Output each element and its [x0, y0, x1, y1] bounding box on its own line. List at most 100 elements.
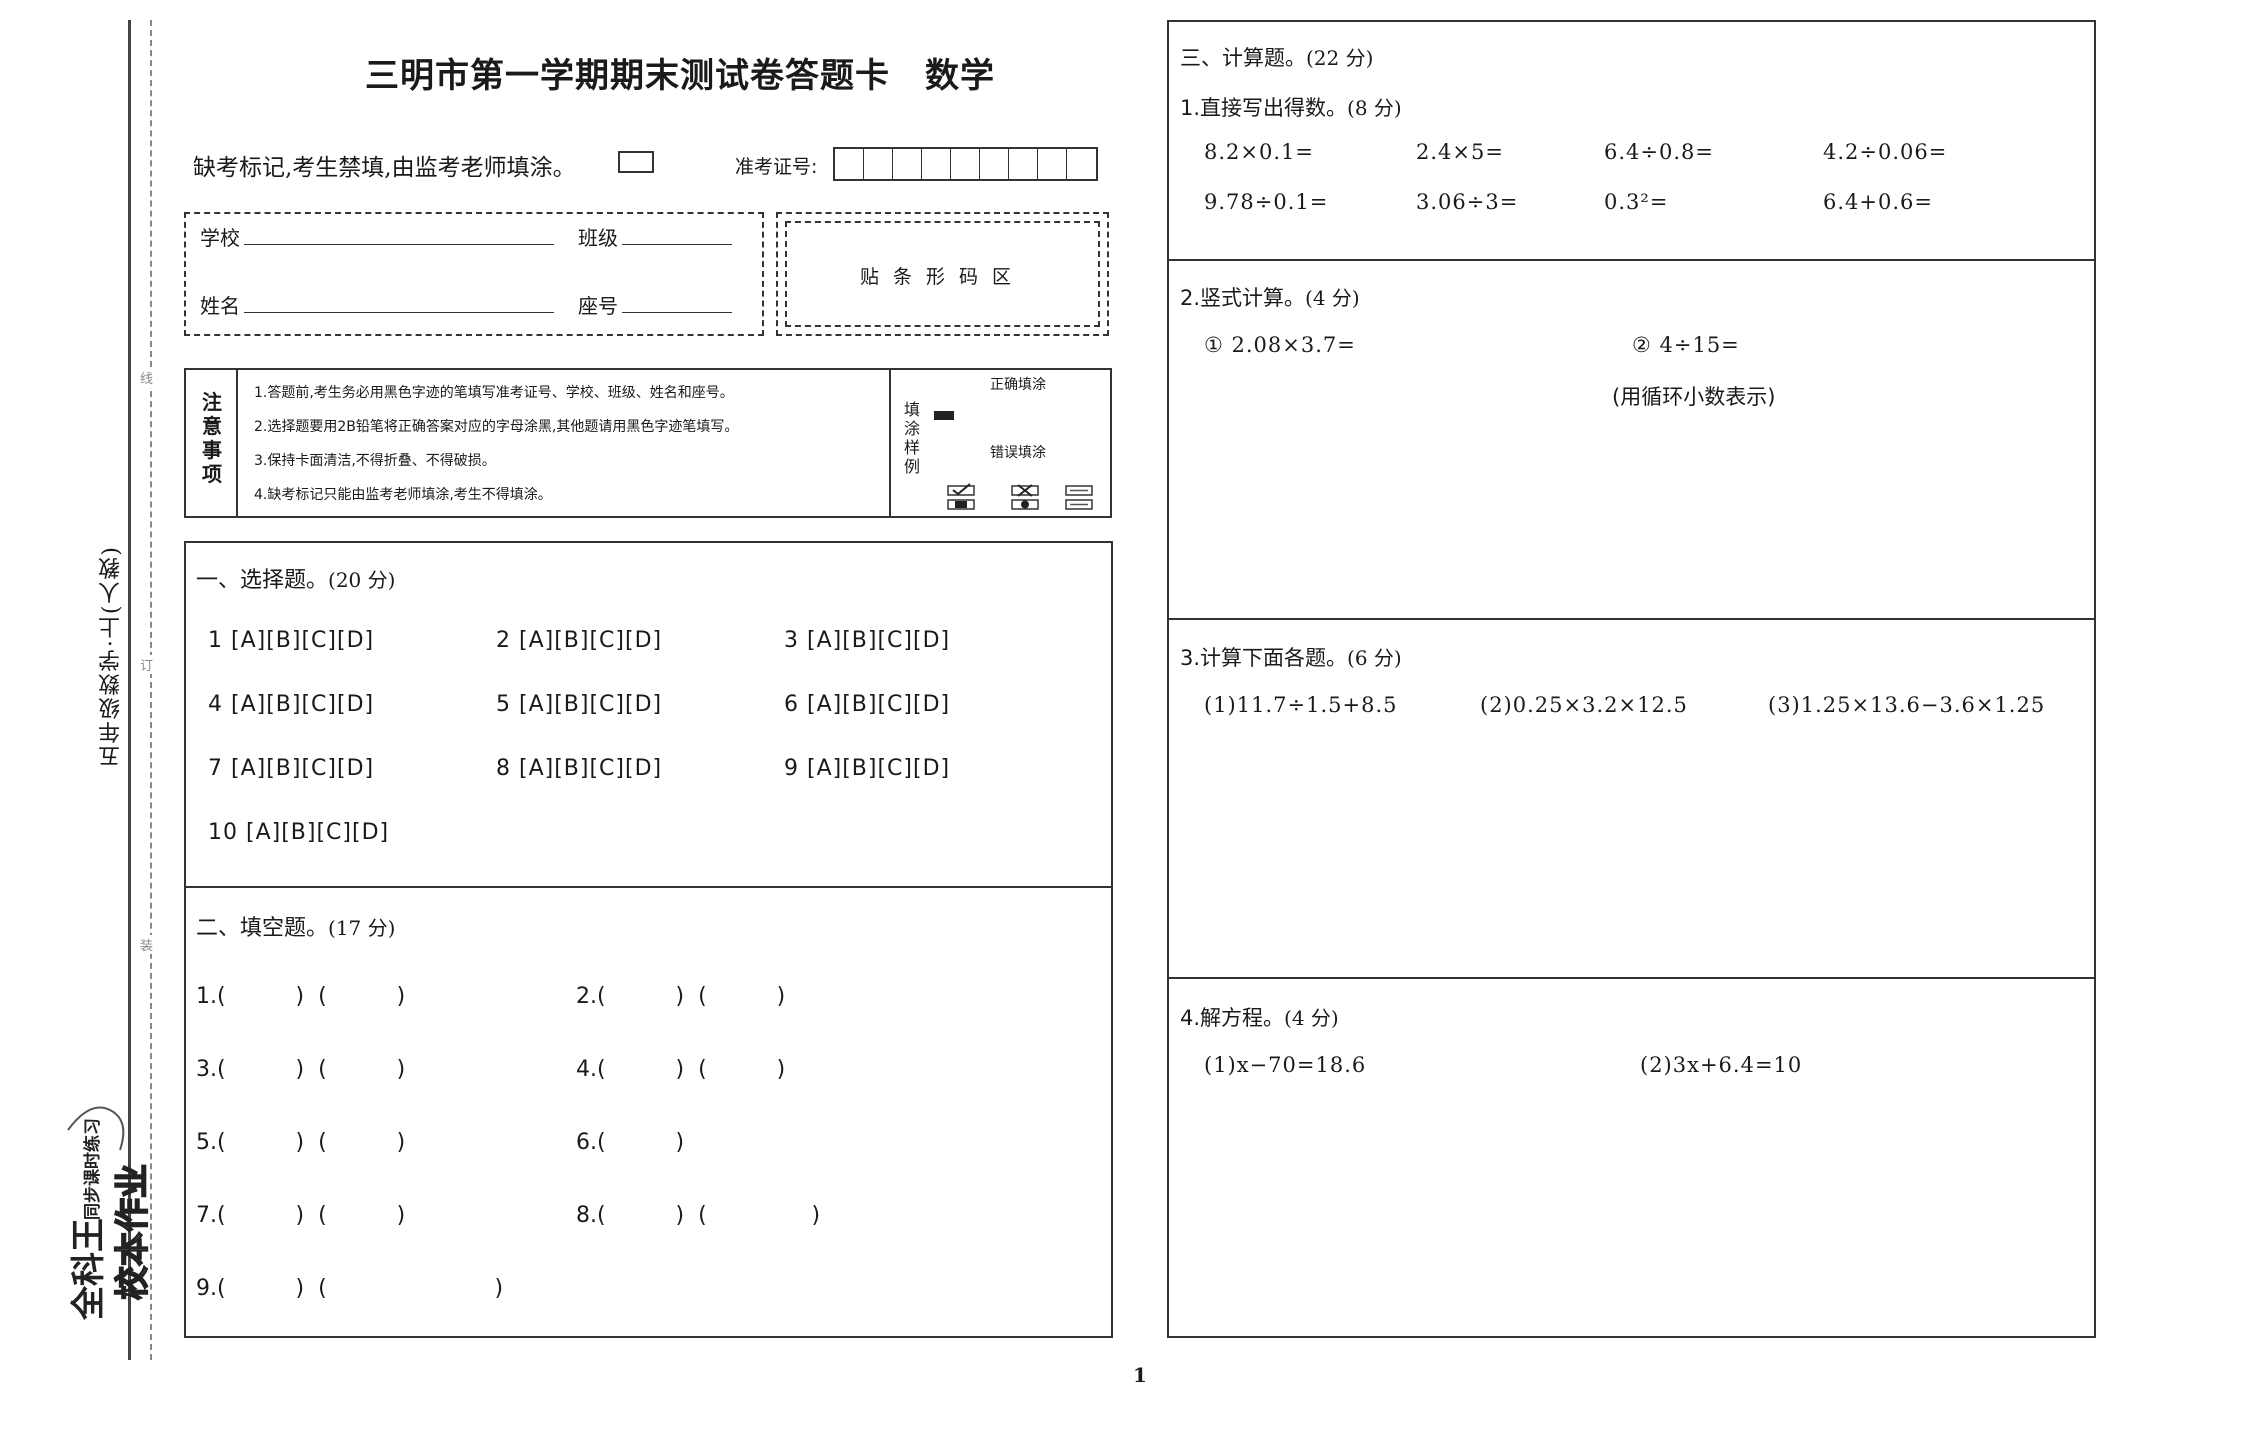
q4-score: (4 分) — [1284, 1006, 1339, 1030]
barcode-label: 贴条形码区 — [859, 266, 1025, 288]
q1-title: 1.直接写出得数。(8 分) — [1180, 92, 1402, 122]
calc-item[interactable]: 2.4×5= — [1416, 140, 1504, 164]
q4-title: 4.解方程。(4 分) — [1180, 1002, 1339, 1032]
note-item: 2.选择题要用2B铅笔将正确答案对应的字母涂黑,其他题请用黑色字迹笔填写。 — [254, 419, 739, 435]
repeating-decimal-note: (用循环小数表示) — [1612, 385, 1776, 409]
section1-title: 一、选择题。(20 分) — [196, 562, 395, 594]
section3-title: 三、计算题。(22 分) — [1180, 42, 1373, 72]
exam-id-cell[interactable] — [893, 149, 922, 179]
exam-id-cell[interactable] — [1067, 149, 1096, 179]
q4-title-text: 4.解方程。 — [1180, 1006, 1285, 1030]
q1-divider — [1167, 259, 2096, 261]
mc-question-2[interactable]: 2 [A][B][C][D] — [496, 628, 662, 653]
q2-title-text: 2.竖式计算。 — [1180, 286, 1306, 310]
page-number: 1 — [1133, 1363, 1147, 1387]
exam-id-cell[interactable] — [1038, 149, 1067, 179]
page-title: 三明市第一学期期末测试卷答题卡 数学 — [365, 56, 995, 96]
section1-score: (20 分) — [328, 568, 396, 592]
section2-score: (17 分) — [328, 916, 396, 940]
svg-text:同步课时练习: 同步课时练习 — [82, 1118, 103, 1220]
blank-question-8[interactable]: 8.( ) ( ) — [576, 1203, 820, 1228]
q2-score: (4 分) — [1305, 286, 1360, 310]
q3-title-text: 3.计算下面各题。 — [1180, 646, 1348, 670]
equation-item-2[interactable]: (2)3x+6.4=10 — [1640, 1053, 1802, 1077]
calc-item[interactable]: 4.2÷0.06= — [1823, 140, 1947, 164]
mc-question-9[interactable]: 9 [A][B][C][D] — [784, 756, 950, 781]
wrong-fill-label: 错误填涂 — [990, 445, 1046, 461]
q3-title: 3.计算下面各题。(6 分) — [1180, 642, 1402, 672]
blank-question-6[interactable]: 6.( ) — [576, 1130, 684, 1155]
absent-note: 缺考标记,考生禁填,由监考老师填涂。 — [193, 155, 576, 181]
class-label: 班级 — [578, 226, 618, 250]
exam-id-cell[interactable] — [980, 149, 1009, 179]
calc-item[interactable]: 3.06÷3= — [1416, 190, 1518, 214]
notes-divider — [236, 368, 238, 518]
q3-divider — [1167, 977, 2096, 979]
svg-text:全科王: 全科王 — [69, 1218, 109, 1321]
calc-item[interactable]: 6.4÷0.8= — [1604, 140, 1714, 164]
blank-question-3[interactable]: 3.( ) ( ) — [196, 1057, 405, 1082]
blank-question-7[interactable]: 7.( ) ( ) — [196, 1203, 405, 1228]
blank-question-2[interactable]: 2.( ) ( ) — [576, 984, 785, 1009]
blank-question-5[interactable]: 5.( ) ( ) — [196, 1130, 405, 1155]
mc-question-10[interactable]: 10 [A][B][C][D] — [208, 820, 389, 845]
vertical-calc-1[interactable]: ① 2.08×3.7= — [1204, 333, 1356, 357]
cut-mark-staple: 装 — [140, 935, 154, 954]
check-mark-icon — [946, 482, 976, 512]
compute-item-2[interactable]: (2)0.25×3.2×12.5 — [1480, 693, 1688, 717]
half-fill-icon — [1064, 482, 1094, 512]
absent-mark-box[interactable] — [618, 151, 654, 173]
note-item: 3.保持卡面清洁,不得折叠、不得破损。 — [254, 453, 496, 469]
blank-question-1[interactable]: 1.( ) ( ) — [196, 984, 405, 1009]
q3-score: (6 分) — [1347, 646, 1402, 670]
mc-question-7[interactable]: 7 [A][B][C][D] — [208, 756, 374, 781]
sample-title: 填涂样例 — [903, 400, 920, 476]
correct-fill-mark — [934, 411, 954, 420]
calc-item[interactable]: 9.78÷0.1= — [1204, 190, 1328, 214]
seat-label: 座号 — [578, 294, 618, 318]
exam-id-grid[interactable] — [833, 147, 1098, 181]
calc-item[interactable]: 6.4+0.6= — [1823, 190, 1933, 214]
notes-title: 注意事项 — [202, 390, 222, 486]
mc-question-3[interactable]: 3 [A][B][C][D] — [784, 628, 950, 653]
spine-subject: 五年级数学·上(人教) — [99, 545, 124, 768]
exam-id-cell[interactable] — [951, 149, 980, 179]
mc-question-8[interactable]: 8 [A][B][C][D] — [496, 756, 662, 781]
mc-question-6[interactable]: 6 [A][B][C][D] — [784, 692, 950, 717]
section3-box — [1167, 20, 2096, 1338]
school-field[interactable] — [244, 244, 554, 245]
exam-id-cell[interactable] — [835, 149, 864, 179]
brand-logo: 全科王 同步课时练习 校本作业 — [60, 1090, 160, 1330]
mc-question-4[interactable]: 4 [A][B][C][D] — [208, 692, 374, 717]
seat-field[interactable] — [622, 312, 732, 313]
blank-question-4[interactable]: 4.( ) ( ) — [576, 1057, 785, 1082]
exam-id-cell[interactable] — [1009, 149, 1038, 179]
compute-item-3[interactable]: (3)1.25×13.6−3.6×1.25 — [1768, 693, 2045, 717]
sample-divider — [889, 368, 891, 518]
cross-mark-icon — [1010, 482, 1040, 512]
section3-title-text: 三、计算题。 — [1180, 46, 1306, 70]
equation-item-1[interactable]: (1)x−70=18.6 — [1204, 1053, 1366, 1077]
name-field[interactable] — [244, 312, 554, 313]
class-field[interactable] — [622, 244, 732, 245]
blank-question-9[interactable]: 9.( ) ( ) — [196, 1276, 503, 1301]
q2-title: 2.竖式计算。(4 分) — [1180, 282, 1360, 312]
compute-item-1[interactable]: (1)11.7÷1.5+8.5 — [1204, 693, 1398, 717]
note-item: 4.缺考标记只能由监考老师填涂,考生不得填涂。 — [254, 487, 552, 503]
exam-id-cell[interactable] — [864, 149, 893, 179]
section2-title: 二、填空题。(17 分) — [196, 910, 395, 942]
name-label: 姓名 — [200, 294, 240, 318]
exam-id-cell[interactable] — [922, 149, 951, 179]
calc-item[interactable]: 0.3²= — [1604, 190, 1668, 214]
mc-question-1[interactable]: 1 [A][B][C][D] — [208, 628, 374, 653]
cut-mark-line: 线 — [140, 368, 154, 387]
vertical-calc-2[interactable]: ② 4÷15= — [1632, 333, 1740, 357]
q1-score: (8 分) — [1347, 96, 1402, 120]
mc-question-5[interactable]: 5 [A][B][C][D] — [496, 692, 662, 717]
section2-title-text: 二、填空题。 — [196, 916, 329, 941]
student-info-box — [184, 212, 764, 336]
correct-fill-label: 正确填涂 — [990, 377, 1046, 393]
cut-mark-bind: 订 — [140, 655, 154, 674]
calc-item[interactable]: 8.2×0.1= — [1204, 140, 1314, 164]
section3-score: (22 分) — [1306, 46, 1374, 70]
